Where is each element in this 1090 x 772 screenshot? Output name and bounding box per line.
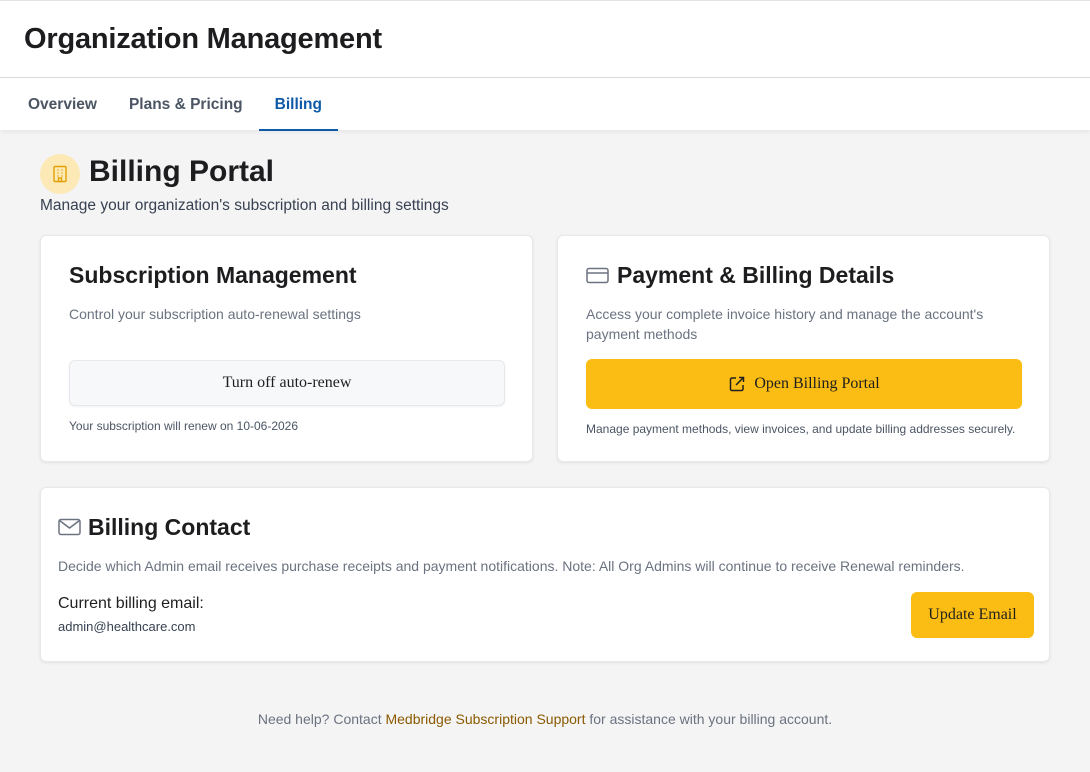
billing-contact-description: Decide which Admin email receives purcha…	[58, 558, 965, 574]
page-title: Billing Portal	[89, 155, 275, 188]
payment-card: Payment & Billing Details Access your co…	[557, 235, 1050, 462]
subscription-title: Subscription Management	[69, 262, 357, 288]
open-billing-portal-label: Open Billing Portal	[754, 375, 880, 392]
app-header: Organization Management Overview Plans &…	[0, 0, 1090, 131]
payment-title: Payment & Billing Details	[617, 262, 895, 288]
billing-contact-card: Billing Contact Decide which Admin email…	[40, 487, 1050, 662]
renewal-note: Your subscription will renew on 10-06-20…	[69, 419, 299, 433]
tab-billing[interactable]: Billing	[258, 78, 339, 131]
external-link-icon	[728, 375, 746, 393]
current-email-label: Current billing email:	[58, 595, 204, 612]
update-email-button[interactable]: Update Email	[911, 592, 1034, 638]
turn-off-auto-renew-button[interactable]: Turn off auto-renew	[69, 360, 505, 406]
building-icon	[40, 154, 80, 194]
tab-bar: Overview Plans & Pricing Billing	[12, 78, 339, 131]
payment-note: Manage payment methods, view invoices, a…	[586, 422, 1016, 436]
footer-suffix: for assistance with your billing account…	[585, 711, 833, 727]
billing-contact-title: Billing Contact	[88, 514, 251, 540]
tab-overview[interactable]: Overview	[12, 78, 113, 131]
support-link[interactable]: Medbridge Subscription Support	[385, 711, 585, 727]
mail-icon	[58, 518, 81, 536]
subscription-card: Subscription Management Control your sub…	[40, 235, 533, 462]
payment-description: Access your complete invoice history and…	[586, 306, 984, 342]
tab-plans-pricing[interactable]: Plans & Pricing	[113, 78, 259, 131]
footer-prefix: Need help? Contact	[257, 711, 386, 727]
page-subtitle: Manage your organization's subscription …	[40, 197, 449, 214]
subscription-description: Control your subscription auto-renewal s…	[69, 306, 361, 322]
app-title: Organization Management	[24, 23, 382, 55]
turn-off-auto-renew-label: Turn off auto-renew	[222, 374, 352, 391]
open-billing-portal-button[interactable]: Open Billing Portal	[586, 359, 1022, 409]
current-email-value: admin@healthcare.com	[58, 619, 196, 634]
help-footer: Need help? Contact Medbridge Subscriptio…	[0, 711, 1090, 727]
credit-card-icon	[586, 267, 609, 284]
update-email-label: Update Email	[928, 606, 1017, 623]
